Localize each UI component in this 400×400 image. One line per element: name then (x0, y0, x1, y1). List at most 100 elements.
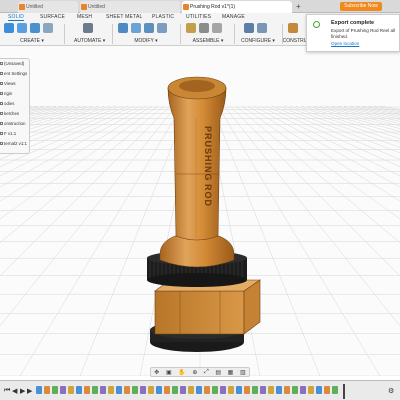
step-forward-icon[interactable]: ▶ (27, 387, 32, 395)
timeline-feature[interactable] (204, 386, 210, 394)
browser-item-construction[interactable]: onstruction (0, 121, 25, 126)
timeline-feature[interactable] (148, 386, 154, 394)
timeline-feature[interactable] (92, 386, 98, 394)
timeline-feature[interactable] (44, 386, 50, 394)
timeline-feature[interactable] (212, 386, 218, 394)
viewport-canvas[interactable]: PRUSHING ROD (0, 46, 400, 376)
create-group[interactable]: CREATE ▾ (4, 23, 60, 45)
automate-group[interactable]: AUTOMATE ▾ (74, 23, 105, 45)
visibility-checkbox[interactable] (0, 92, 3, 96)
browser-item-settings[interactable]: ent Settings (0, 71, 27, 76)
visibility-checkbox[interactable] (0, 142, 3, 146)
timeline-feature[interactable] (116, 386, 122, 394)
timeline-feature[interactable] (36, 386, 42, 394)
visibility-checkbox[interactable] (0, 122, 3, 126)
browser-item-sketches[interactable]: ketches (0, 111, 19, 116)
create-menu[interactable]: CREATE ▾ (4, 38, 60, 44)
step-back-icon[interactable]: ◀ (12, 387, 17, 395)
visibility-checkbox[interactable] (0, 82, 3, 86)
automate-icon[interactable] (83, 23, 93, 33)
joint-icon[interactable] (199, 23, 209, 33)
open-location-link[interactable]: Open location (331, 41, 359, 46)
zoom-icon[interactable]: ⊕ (192, 369, 197, 376)
pan-icon[interactable]: ✋ (178, 369, 185, 376)
timeline-feature[interactable] (244, 386, 250, 394)
timeline-feature[interactable] (164, 386, 170, 394)
assemble-group[interactable]: ASSEMBLE ▾ (186, 23, 230, 45)
browser-tab-untitled-1[interactable]: Untitled (18, 1, 78, 13)
configure-icon[interactable] (244, 23, 254, 33)
timeline-feature[interactable] (284, 386, 290, 394)
timeline-feature[interactable] (276, 386, 282, 394)
offset-plane-icon[interactable] (288, 23, 298, 33)
timeline-feature[interactable] (172, 386, 178, 394)
revolve-icon[interactable] (30, 23, 40, 33)
timeline-feature[interactable] (236, 386, 242, 394)
timeline-feature[interactable] (268, 386, 274, 394)
browser-item-bodies[interactable]: odies (0, 101, 15, 106)
timeline-feature[interactable] (260, 386, 266, 394)
play-icon[interactable]: ▶ (20, 387, 25, 395)
tab-manage[interactable]: MANAGE (222, 14, 245, 20)
modify-group[interactable]: MODIFY ▾ (118, 23, 174, 45)
visibility-checkbox[interactable] (0, 102, 3, 106)
timeline-feature[interactable] (68, 386, 74, 394)
timeline-feature[interactable] (292, 386, 298, 394)
timeline-feature[interactable] (156, 386, 162, 394)
as-built-joint-icon[interactable] (212, 23, 222, 33)
tab-surface[interactable]: SURFACE (40, 14, 65, 20)
chamfer-icon[interactable] (144, 23, 154, 33)
timeline-feature[interactable] (76, 386, 82, 394)
viewports-icon[interactable]: ▥ (240, 369, 246, 376)
hole-icon[interactable] (43, 23, 53, 33)
grid-icon[interactable]: ▦ (228, 369, 234, 376)
timeline-feature[interactable] (60, 386, 66, 394)
extrude-icon[interactable] (17, 23, 27, 33)
browser-tab-prushing-rod[interactable]: Prushing Rod v1*(1) (182, 1, 292, 13)
tab-sheet-metal[interactable]: SHEET METAL (106, 14, 142, 20)
look-at-icon[interactable]: ▣ (166, 369, 172, 376)
assemble-menu[interactable]: ASSEMBLE ▾ (186, 38, 230, 44)
new-component-icon[interactable] (186, 23, 196, 33)
timeline-feature[interactable] (300, 386, 306, 394)
visibility-checkbox[interactable] (0, 132, 3, 136)
timeline-feature[interactable] (124, 386, 130, 394)
timeline-feature[interactable] (332, 386, 338, 394)
browser-item-origin[interactable]: rigin (0, 91, 12, 96)
timeline-feature[interactable] (188, 386, 194, 394)
timeline-feature[interactable] (84, 386, 90, 394)
fillet-icon[interactable] (131, 23, 141, 33)
new-component-icon[interactable] (4, 23, 14, 33)
construct-group[interactable]: CONSTRU (282, 23, 308, 45)
tab-utilities[interactable]: UTILITIES (186, 14, 211, 20)
model-viewport[interactable]: PRUSHING ROD (0, 46, 400, 376)
visibility-checkbox[interactable] (0, 72, 3, 76)
browser-item-component-1[interactable]: F v1:1 (0, 131, 16, 136)
tab-mesh[interactable]: MESH (77, 14, 92, 20)
press-pull-icon[interactable] (118, 23, 128, 33)
modify-menu[interactable]: MODIFY ▾ (118, 38, 174, 44)
browser-tab-untitled-2[interactable]: Untitled (80, 1, 180, 13)
timeline-feature[interactable] (180, 386, 186, 394)
tab-plastic[interactable]: PLASTIC (152, 14, 174, 20)
fit-icon[interactable]: ⤢ (204, 369, 209, 376)
display-settings-icon[interactable]: ▤ (215, 369, 221, 376)
timeline-feature[interactable] (52, 386, 58, 394)
subscribe-button[interactable]: Subscribe Now (340, 2, 382, 11)
table-icon[interactable] (257, 23, 267, 33)
orbit-icon[interactable]: ✥ (154, 369, 159, 376)
timeline-feature[interactable] (324, 386, 330, 394)
timeline-feature[interactable] (308, 386, 314, 394)
browser-item-views[interactable]: Views (0, 81, 16, 86)
automate-menu[interactable]: AUTOMATE ▾ (74, 38, 105, 44)
timeline-feature[interactable] (108, 386, 114, 394)
timeline-feature[interactable] (140, 386, 146, 394)
timeline-settings-icon[interactable]: ⚙ (388, 387, 394, 395)
timeline-feature[interactable] (220, 386, 226, 394)
timeline-feature[interactable] (228, 386, 234, 394)
timeline-marker[interactable] (343, 384, 345, 399)
configure-group[interactable]: CONFIGURE ▾ (238, 23, 278, 45)
timeline-feature[interactable] (252, 386, 258, 394)
visibility-checkbox[interactable] (0, 62, 3, 66)
timeline-feature[interactable] (100, 386, 106, 394)
